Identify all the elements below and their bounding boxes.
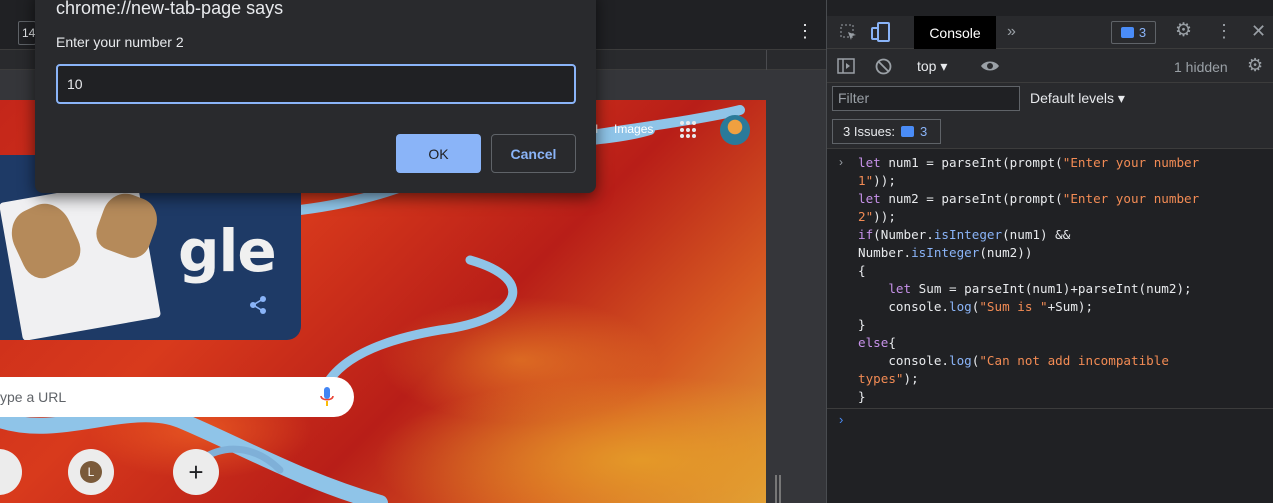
add-shortcut-button[interactable]: + — [173, 449, 219, 495]
screen: 14 ⋮ ail Images gle — [0, 0, 1273, 503]
tab-console[interactable]: Console — [914, 16, 996, 49]
input-echo-arrow-icon: › — [839, 155, 843, 169]
code-line: let Sum = parseInt(num1)+parseInt(num2); — [888, 281, 1192, 296]
console-output: › let num1 = parseInt(prompt("Enter your… — [827, 149, 1273, 409]
code-line: Number.isInteger(num2)) — [858, 245, 1033, 260]
dimension-input[interactable]: 14 — [18, 21, 36, 45]
resize-handle[interactable] — [775, 475, 781, 503]
code-line: } — [858, 317, 866, 332]
search-placeholder: ype a URL — [0, 389, 67, 405]
avatar[interactable] — [720, 115, 750, 145]
inspect-icon[interactable] — [840, 24, 858, 42]
filter-bar: Filter Default levels ▾ — [827, 83, 1273, 115]
doodle-text: gle — [178, 217, 277, 285]
device-icon[interactable] — [871, 22, 891, 42]
code-line: let num1 = parseInt(prompt("Enter your n… — [858, 155, 1200, 170]
code-line: } — [858, 389, 866, 404]
issues-label: 3 Issues: — [843, 124, 896, 139]
ok-button[interactable]: OK — [396, 134, 481, 173]
plus-icon: + — [188, 457, 204, 487]
console-prompt-icon[interactable]: › — [839, 412, 843, 427]
messages-count: 3 — [1138, 25, 1147, 40]
code-line: if(Number.isInteger(num1) && — [858, 227, 1071, 242]
viewport-side-gutter — [766, 70, 826, 503]
code-line: console.log("Sum is "+Sum); — [858, 299, 1094, 314]
issues-count: 3 — [920, 124, 928, 139]
close-icon[interactable]: ✕ — [1251, 22, 1266, 40]
issues-button[interactable]: 3 Issues: 3 — [832, 119, 941, 144]
code-line: { — [858, 263, 866, 278]
shortcut-letter-icon: L — [80, 461, 102, 483]
dialog-title: chrome://new-tab-page says — [56, 0, 284, 18]
share-icon[interactable] — [248, 295, 268, 315]
apps-icon[interactable] — [680, 121, 698, 139]
cancel-button[interactable]: Cancel — [491, 134, 576, 173]
message-icon — [1120, 27, 1134, 38]
hidden-messages-count: 1 hidden — [1174, 59, 1228, 75]
more-tabs-icon[interactable]: » — [1007, 24, 1016, 40]
console-settings-icon[interactable]: ⚙ — [1247, 56, 1263, 74]
filter-input[interactable]: Filter — [832, 86, 1020, 111]
clear-icon[interactable] — [875, 58, 892, 75]
kebab-icon[interactable]: ⋮ — [796, 22, 814, 40]
issue-icon — [901, 126, 915, 137]
code-line: else{ — [858, 335, 896, 350]
code-line: 2")); — [858, 209, 896, 224]
browser-pane: 14 ⋮ ail Images gle — [0, 0, 826, 503]
images-link[interactable]: Images — [614, 122, 653, 136]
context-selector[interactable]: top ▾ — [917, 58, 947, 74]
shortcut-tile[interactable]: L — [68, 449, 114, 495]
devtools-panel: Console » 3 ⚙ ⋮ ✕ top ▾ 1 hidden ⚙ Filte… — [826, 0, 1273, 503]
messages-badge[interactable]: 3 — [1111, 21, 1156, 44]
code-line: let num2 = parseInt(prompt("Enter your n… — [858, 191, 1200, 206]
kebab-icon[interactable]: ⋮ — [1215, 22, 1233, 40]
ruler-segment — [766, 50, 767, 70]
dialog-message: Enter your number 2 — [56, 34, 184, 50]
context-label: top — [917, 58, 937, 74]
eye-icon[interactable] — [980, 59, 1000, 73]
console-toolbar: top ▾ 1 hidden ⚙ — [827, 49, 1273, 83]
prompt-input[interactable] — [56, 64, 576, 104]
devtools-top-strip — [827, 0, 1273, 16]
issues-bar: 3 Issues: 3 — [827, 115, 1273, 149]
code-line: console.log("Can not add incompatible — [858, 353, 1169, 368]
mic-icon[interactable] — [320, 387, 334, 407]
ntp-top-links: ail Images — [586, 122, 653, 136]
code-line: types"); — [858, 371, 919, 386]
search-input[interactable]: ype a URL — [0, 377, 354, 417]
sidebar-icon[interactable] — [837, 58, 855, 74]
log-levels-label: Default levels — [1030, 90, 1115, 106]
settings-icon[interactable]: ⚙ — [1175, 21, 1192, 40]
log-levels-dropdown[interactable]: Default levels ▾ — [1030, 90, 1125, 107]
code-line: 1")); — [858, 173, 896, 188]
devtools-tabbar: Console » 3 ⚙ ⋮ ✕ — [827, 16, 1273, 49]
prompt-dialog: chrome://new-tab-page says Enter your nu… — [35, 0, 596, 193]
